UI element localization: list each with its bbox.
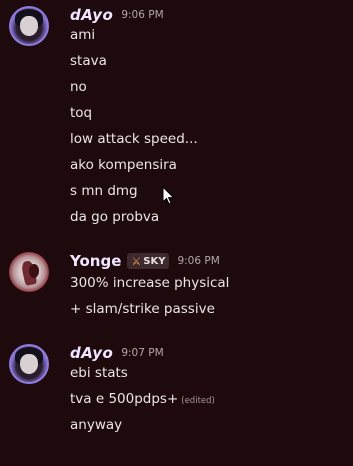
message-line: 300% increase physical xyxy=(70,275,230,291)
message-line: low attack speed... xyxy=(70,131,198,147)
username[interactable]: dAyo xyxy=(70,6,113,24)
mouse-cursor-icon xyxy=(162,186,175,205)
message-header: Yonge ⚔ SKY 9:06 PM xyxy=(70,250,220,272)
message-line: ebi stats xyxy=(70,365,128,381)
message-line: no xyxy=(70,79,87,95)
message-line: stava xyxy=(70,53,107,69)
message-header: dAyo 9:07 PM xyxy=(70,342,164,364)
message-line: anyway xyxy=(70,417,123,433)
role-tag-label: SKY xyxy=(143,255,166,267)
timestamp: 9:07 PM xyxy=(121,347,164,359)
sword-icon: ⚔ xyxy=(131,254,142,268)
message-line: + slam/strike passive xyxy=(70,301,215,317)
timestamp: 9:06 PM xyxy=(121,9,164,21)
message-line: da go probva xyxy=(70,209,160,225)
message-line-edited: tva e 500pdps+ (edited) xyxy=(70,390,215,410)
username[interactable]: dAyo xyxy=(70,344,113,362)
message-header: dAyo 9:06 PM xyxy=(70,4,164,26)
message-line: toq xyxy=(70,105,93,121)
avatar[interactable] xyxy=(9,252,49,292)
message-line: ami xyxy=(70,27,96,43)
message-line: s mn dmg xyxy=(70,183,138,199)
role-tag[interactable]: ⚔ SKY xyxy=(127,253,170,269)
avatar[interactable] xyxy=(9,344,49,384)
timestamp: 9:06 PM xyxy=(177,255,220,267)
username[interactable]: Yonge xyxy=(70,252,121,270)
message-line: ako kompensira xyxy=(70,157,177,173)
avatar[interactable] xyxy=(9,6,49,46)
edited-label: (edited) xyxy=(181,396,215,406)
message-text: tva e 500pdps+ xyxy=(70,391,179,407)
